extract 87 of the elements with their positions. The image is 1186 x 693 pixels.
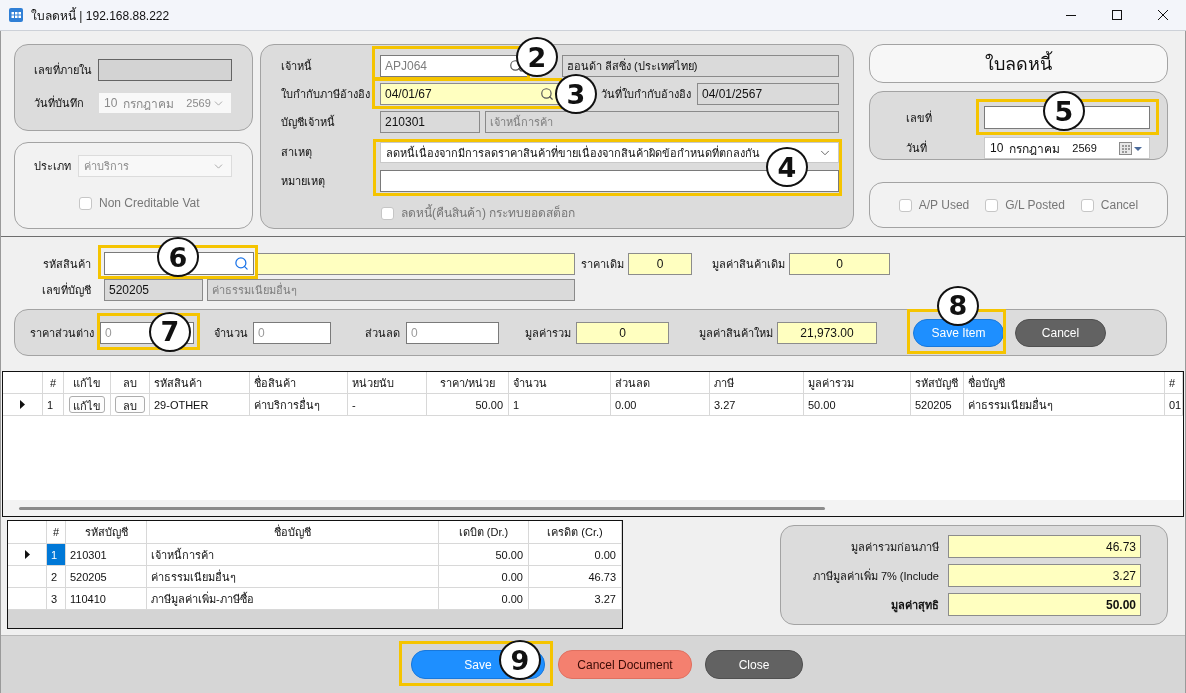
checkbox-label: ลดหนี้(คืนสินค้า) กระทบยอดสต็อก	[401, 205, 576, 221]
total-label: มูลค่าสุทธิ	[890, 597, 939, 614]
checkbox-label: G/L Posted	[1005, 197, 1065, 213]
field-label: รหัสสินค้า	[42, 256, 91, 272]
field-label: บัญชีเจ้าหนี้	[281, 114, 336, 131]
total-amount-field[interactable]: 3.27	[948, 564, 1141, 587]
field-label: มูลค่ารวม	[525, 325, 571, 342]
old-price-field[interactable]: 0	[628, 252, 692, 275]
account-number-field[interactable]: 520205	[104, 279, 203, 301]
total-value-field[interactable]: 0	[576, 321, 669, 344]
table-cell: ค่าบริการอื่นๆ	[250, 394, 348, 416]
field-label: เลขที่	[906, 109, 933, 126]
total-label: มูลค่ารวมก่อนภาษี	[850, 539, 939, 556]
invoice-date-field[interactable]: 04/01/2567	[697, 83, 839, 105]
creditor-code-field[interactable]: APJ064	[380, 55, 528, 77]
checkbox-label: A/P Used	[918, 197, 970, 213]
discount-field[interactable]: 0	[406, 321, 499, 344]
document-title: ใบลดหนี้	[985, 50, 1052, 76]
row-header-cell[interactable]	[3, 394, 43, 416]
table-cell: ค่าธรรมเนียมอื่นๆ	[964, 394, 1165, 416]
row-header-cell[interactable]	[8, 588, 47, 610]
table-cell: 1	[509, 394, 611, 416]
field-label: เลขที่ภายใน	[34, 61, 93, 78]
table-cell: 3	[47, 588, 66, 610]
table-cell: ภาษีมูลค่าเพิ่ม-ภาษีซื้อ	[147, 588, 439, 610]
table-cell: 1	[43, 394, 64, 416]
step-number-callout: 2	[516, 37, 558, 77]
table-cell: 29-OTHER	[150, 394, 250, 416]
row-action-button[interactable]: ลบ	[115, 396, 145, 413]
table-cell: 3.27	[710, 394, 804, 416]
table-cell: 520205	[911, 394, 964, 416]
row-pointer-icon	[20, 400, 25, 409]
field-label: เลขที่บัญชี	[41, 281, 91, 299]
table-app-icon	[9, 8, 23, 22]
creditor-name-field[interactable]: ฮอนด้า ลีสซิ่ง (ประเทศไทย)	[562, 55, 839, 77]
table-cell: 110410	[66, 588, 147, 610]
window-title: ใบลดหนี้ | 192.168.88.222	[31, 6, 170, 25]
table-cell: 1	[47, 544, 66, 566]
table-cell: 3.27	[529, 588, 622, 610]
field-label: ประเภท	[34, 159, 72, 174]
field-label: มูลค่าสินค้าใหม่	[699, 325, 773, 342]
field-label: หมายเหตุ	[281, 174, 326, 190]
step-number-callout: 6	[157, 237, 199, 277]
old-value-field[interactable]: 0	[789, 252, 890, 275]
search-icon	[234, 256, 249, 271]
table-cell: 0.00	[611, 394, 710, 416]
maximize-icon	[1112, 10, 1122, 20]
account-code-field[interactable]: 210301	[380, 111, 480, 133]
new-value-field[interactable]: 21,973.00	[777, 321, 877, 344]
field-label: เจ้าหนี้	[281, 58, 313, 74]
calendar-dropdown-icon	[1119, 141, 1143, 155]
quantity-field[interactable]: 0	[253, 321, 331, 344]
close-icon	[1158, 10, 1168, 20]
field-label: ส่วนลด	[365, 325, 400, 341]
total-label: ภาษีมูลค่าเพิ่ม 7% (Include	[811, 567, 939, 585]
table-cell: 0.00	[439, 588, 529, 610]
table-cell: -	[348, 394, 427, 416]
field-label: สาเหตุ	[281, 145, 313, 161]
search-icon	[540, 87, 554, 101]
minimize-icon	[1066, 14, 1076, 16]
table-cell: 01	[1165, 394, 1183, 416]
tax-invoice-field[interactable]: 04/01/67	[380, 83, 559, 105]
footer-button[interactable]: Cancel Document	[558, 650, 692, 679]
step-number-callout: 9	[499, 640, 541, 680]
editor-button[interactable]: Cancel	[1015, 318, 1106, 347]
row-pointer-icon	[24, 550, 30, 559]
field-label: ราคาเดิม	[581, 256, 624, 272]
field-label: มูลค่าสินค้าเดิม	[712, 256, 785, 273]
total-amount-field[interactable]: 50.00	[948, 593, 1141, 616]
field-label: ราคาส่วนต่าง	[30, 325, 94, 341]
field-label: วันที่ใบกำกับอ้างอิง	[601, 85, 691, 102]
horizontal-scrollbar[interactable]	[3, 500, 1183, 516]
product-name-field[interactable]	[257, 252, 575, 275]
table-cell: 50.00	[427, 394, 509, 416]
step-number-callout: 5	[1043, 91, 1085, 131]
footer-button[interactable]: Close	[705, 650, 803, 679]
total-amount-field[interactable]: 46.73	[948, 535, 1141, 558]
field-label: จำนวน	[214, 325, 248, 341]
field-label: วันที่	[906, 139, 928, 156]
document-date-picker[interactable]: 10 กรกฎาคม 2569	[984, 137, 1150, 159]
step-number-callout: 8	[937, 285, 979, 326]
field-label: ใบกำกับภาษีอ้างอิง	[281, 87, 371, 102]
checkbox-label: Cancel	[1100, 197, 1139, 213]
checkbox-label: Non Creditable Vat	[99, 195, 200, 211]
table-cell: 50.00	[804, 394, 911, 416]
row-action-button[interactable]: แก้ไข	[69, 396, 105, 413]
field-label: วันที่บันทึก	[34, 94, 85, 111]
